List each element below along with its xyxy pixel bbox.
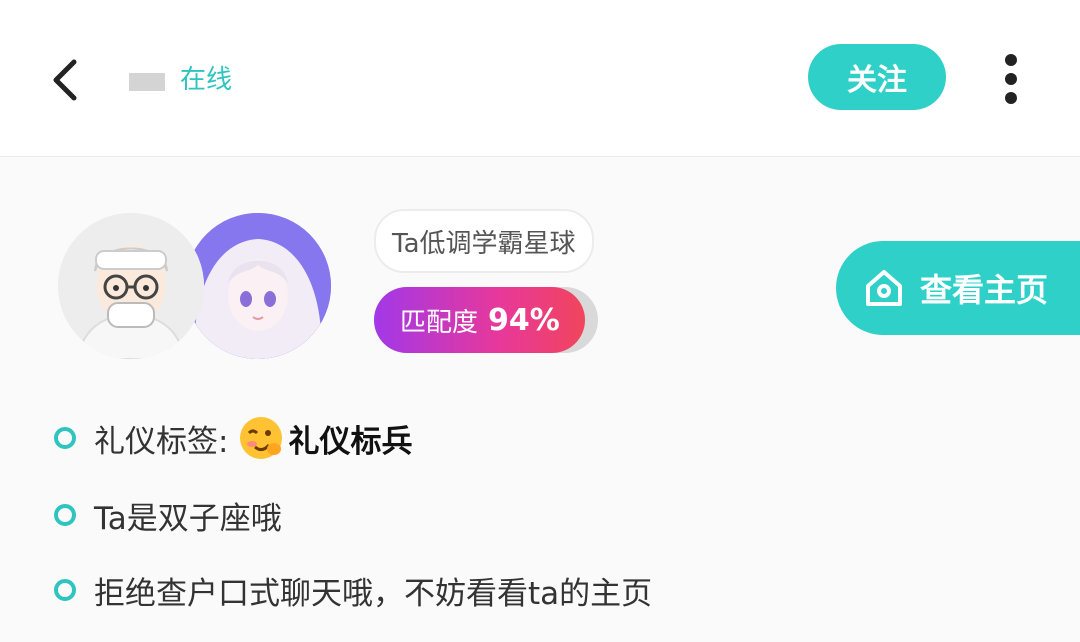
my-avatar xyxy=(58,213,204,359)
online-status: 在线 xyxy=(180,65,233,95)
vertical-dots-icon xyxy=(1005,54,1017,66)
match-score-bar: 匹配度 94% xyxy=(374,287,598,353)
hint-text: 拒绝查户口式聊天哦，不妨看看ta的主页 xyxy=(94,575,653,612)
match-card: Ta低调学霸星球 匹配度 94% 查看主页 礼仪标签: 礼仪标兵 Ta是双子座哦 xyxy=(0,157,1080,642)
more-options-button[interactable] xyxy=(990,46,1032,112)
etiquette-row: 礼仪标签: 礼仪标兵 xyxy=(54,416,412,460)
view-homepage-button[interactable]: 查看主页 xyxy=(836,241,1080,335)
match-value: 94% xyxy=(488,302,560,338)
bullet-icon xyxy=(54,504,76,526)
bullet-icon xyxy=(54,579,76,601)
etiquette-value: 礼仪标兵 xyxy=(288,423,413,460)
homepage-label: 查看主页 xyxy=(920,271,1049,309)
match-label: 匹配度 xyxy=(400,307,479,338)
hint-row: 拒绝查户口式聊天哦，不妨看看ta的主页 xyxy=(54,568,652,612)
zodiac-text: Ta是双子座哦 xyxy=(94,500,282,537)
redacted-username xyxy=(129,73,165,91)
top-bar: 在线 关注 xyxy=(0,0,1080,157)
zodiac-row: Ta是双子座哦 xyxy=(54,493,282,537)
follow-button[interactable]: 关注 xyxy=(808,44,946,110)
chevron-left-icon xyxy=(53,59,77,101)
bullet-icon xyxy=(54,427,76,449)
back-button[interactable] xyxy=(44,50,90,110)
planet-tag: Ta低调学霸星球 xyxy=(374,209,594,273)
match-avatar xyxy=(185,213,331,359)
wink-face-emoji-icon xyxy=(240,417,283,459)
etiquette-label: 礼仪标签: xyxy=(94,423,229,460)
home-icon xyxy=(866,270,902,306)
